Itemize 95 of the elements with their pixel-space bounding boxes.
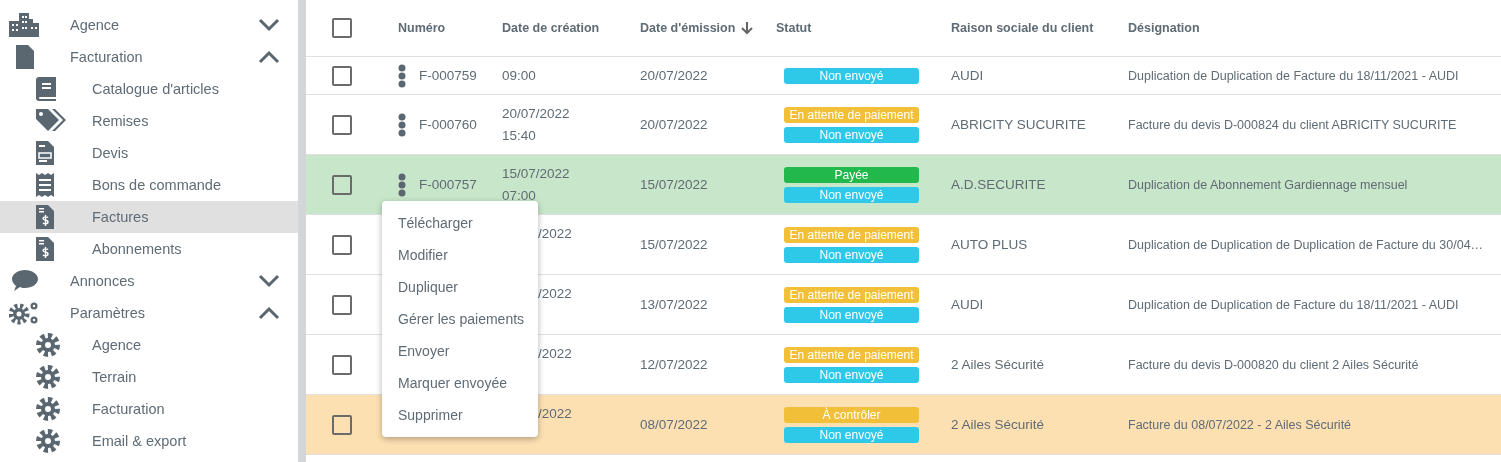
sidebar-group[interactable]: Facturation <box>0 41 298 73</box>
status-badge: À contrôler <box>784 406 919 423</box>
row-checkbox[interactable] <box>332 234 352 255</box>
sidebar-item[interactable]: Facturation <box>0 393 298 425</box>
issue-date: 15/07/2022 <box>640 237 708 252</box>
issue-date: 12/07/2022 <box>640 357 708 372</box>
status-badge: Non envoyé <box>784 306 919 323</box>
speech-bubble-icon <box>12 270 38 292</box>
sidebar-group[interactable]: Annonces <box>0 265 298 297</box>
status-badge: Non envoyé <box>784 426 919 443</box>
row-checkbox[interactable] <box>332 114 352 135</box>
sidebar-item[interactable]: Remises <box>0 105 298 137</box>
designation-text: Facture du devis D-000824 du client ABRICITY SUCURITE <box>1128 117 1457 132</box>
issue-date: 20/07/2022 <box>640 117 708 132</box>
sidebar-item[interactable]: Terrain <box>0 361 298 393</box>
status-badge: En attente de paiement <box>784 346 919 363</box>
designation-text: Duplication de Duplication de Facture du 18/11/2021 - AUDI <box>1128 68 1459 83</box>
file-icon <box>16 45 34 69</box>
menu-item[interactable]: Modifier <box>382 239 538 271</box>
creation-date: /2022 <box>538 286 572 301</box>
column-header[interactable]: Désignation <box>1128 21 1200 35</box>
client-name: AUTO PLUS <box>951 237 1028 252</box>
menu-item[interactable]: Marquer envoyée <box>382 367 538 399</box>
invoice-number: F-000757 <box>419 177 477 192</box>
building-icon <box>9 13 41 37</box>
status-badge: Payée <box>784 166 919 183</box>
sidebar-group[interactable]: Agence <box>0 9 298 41</box>
invoice-number: F-000759 <box>419 68 477 83</box>
gear-icon <box>36 429 60 453</box>
client-name: 2 Ailes Sécurité <box>951 417 1045 432</box>
client-name: AUDI <box>951 297 984 312</box>
row-checkbox[interactable] <box>332 65 352 86</box>
kebab-menu-icon[interactable] <box>398 172 406 197</box>
sidebar-item[interactable]: Bons de commande <box>0 169 298 201</box>
status-badge: Non envoyé <box>784 126 919 143</box>
menu-item[interactable]: Télécharger <box>382 207 538 239</box>
sidebar-item[interactable]: Factures <box>0 201 298 233</box>
gear-icon <box>36 397 60 421</box>
document-icon <box>36 141 54 165</box>
status-badge: Non envoyé <box>784 366 919 383</box>
sidebar-item[interactable]: Agence <box>0 329 298 361</box>
kebab-menu-icon[interactable] <box>398 63 406 88</box>
column-header[interactable]: Raison sociale du client <box>951 21 1094 35</box>
status-badge: Non envoyé <box>784 67 919 84</box>
sidebar-item[interactable]: Abonnements <box>0 233 298 265</box>
creation-date: /2022 <box>538 346 572 361</box>
sidebar-group[interactable]: Paramètres <box>0 297 298 329</box>
row-checkbox[interactable] <box>332 354 352 375</box>
book-icon <box>36 77 56 101</box>
invoice-number: F-000760 <box>419 117 477 132</box>
designation-text: Facture du devis D-000820 du client 2 Ailes Sécurité <box>1128 357 1419 372</box>
creation-date: 15/07/2022 07:00 <box>502 165 570 203</box>
row-checkbox[interactable] <box>332 174 352 195</box>
menu-item[interactable]: Envoyer <box>382 335 538 367</box>
tag-icon <box>36 109 66 133</box>
status-badge: En attente de paiement <box>784 226 919 243</box>
column-header[interactable]: Date d'émission <box>640 21 736 35</box>
client-name: AUDI <box>951 68 984 83</box>
status-badge: Non envoyé <box>784 246 919 263</box>
designation-text: Duplication de Abonnement Gardiennage mensuel <box>1128 177 1408 192</box>
client-name: 2 Ailes Sécurité <box>951 357 1045 372</box>
designation-text: Duplication de Duplication de Facture du 18/11/2021 - AUDI <box>1128 297 1459 312</box>
invoice-icon <box>36 237 54 261</box>
sidebar-item[interactable]: Devis <box>0 137 298 169</box>
issue-date: 08/07/2022 <box>640 417 708 432</box>
column-header[interactable]: Statut <box>776 21 812 35</box>
designation-text: Facture du 08/07/2022 - 2 Ailes Sécurité <box>1128 417 1352 432</box>
kebab-menu-icon[interactable] <box>398 112 406 137</box>
creation-date: /2022 <box>538 406 572 421</box>
status-badge: En attente de paiement <box>784 106 919 123</box>
menu-item[interactable]: Dupliquer <box>382 271 538 303</box>
gear-icon <box>36 333 60 357</box>
sidebar-item[interactable]: Email & export <box>0 425 298 457</box>
designation-text: Duplication de Duplication de Duplication de Facture du 30/04… <box>1128 237 1484 252</box>
status-badge: Non envoyé <box>784 186 919 203</box>
creation-date: /2022 <box>538 226 572 241</box>
row-checkbox[interactable] <box>332 414 352 435</box>
row-checkbox[interactable] <box>332 294 352 315</box>
issue-date: 13/07/2022 <box>640 297 708 312</box>
client-name: ABRICITY SUCURITE <box>951 117 1086 132</box>
column-header[interactable]: Numéro <box>398 21 446 35</box>
issue-date: 15/07/2022 <box>640 177 708 192</box>
menu-item[interactable]: Supprimer <box>382 399 538 431</box>
sidebar-item[interactable]: Catalogue d'articles <box>0 73 298 105</box>
issue-date: 20/07/2022 <box>640 68 708 83</box>
creation-date: 09:00 <box>502 67 536 83</box>
menu-item[interactable]: Gérer les paiements <box>382 303 538 335</box>
invoice-icon <box>36 205 54 229</box>
gear-icon <box>36 365 60 389</box>
status-badge: En attente de paiement <box>784 286 919 303</box>
creation-date: 20/07/2022 15:40 <box>502 105 570 143</box>
column-header[interactable]: Date de création <box>502 17 600 39</box>
receipt-icon <box>36 173 54 197</box>
client-name: A.D.SECURITE <box>951 177 1046 192</box>
select-all-checkbox[interactable] <box>332 18 352 38</box>
